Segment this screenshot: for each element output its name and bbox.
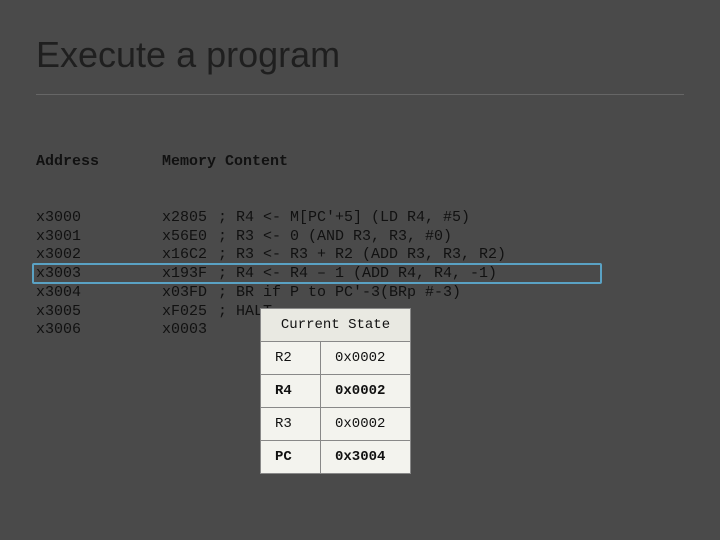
addr-cell: x3003 [36,265,162,284]
comment-cell: ; R4 <- M[PC'+5] (LD R4, #5) [218,209,470,228]
header-address: Address [36,153,162,172]
comment-cell: ; R3 <- R3 + R2 (ADD R3, R3, R2) [218,246,506,265]
addr-cell: x3000 [36,209,162,228]
state-table-title: Current State [261,309,411,342]
slide-title: Execute a program [36,24,684,95]
mem-cell: x56E0 [162,228,218,247]
state-reg: R2 [261,342,321,375]
mem-cell: x0003 [162,321,218,340]
code-row: x3000x2805; R4 <- M[PC'+5] (LD R4, #5) [36,209,684,228]
addr-cell: x3001 [36,228,162,247]
comment-cell: ; R3 <- 0 (AND R3, R3, #0) [218,228,452,247]
addr-cell: x3002 [36,246,162,265]
code-row: x3002x16C2; R3 <- R3 + R2 (ADD R3, R3, R… [36,246,684,265]
mem-cell: x193F [162,265,218,284]
current-state-table: Current State R20x0002R40x0002R30x0002PC… [260,308,411,474]
addr-cell: x3006 [36,321,162,340]
state-reg: PC [261,441,321,474]
addr-cell: x3005 [36,303,162,322]
state-val: 0x0002 [321,375,411,408]
mem-cell: xF025 [162,303,218,322]
state-reg: R3 [261,408,321,441]
code-row: x3004x03FD; BR if P to PC'-3(BRp #-3) [36,284,684,303]
comment-cell: ; BR if P to PC'-3(BRp #-3) [218,284,461,303]
state-val: 0x0002 [321,408,411,441]
state-row: R20x0002 [261,342,411,375]
mem-cell: x2805 [162,209,218,228]
code-header-row: AddressMemory Content [36,153,684,172]
state-row: R30x0002 [261,408,411,441]
state-row: R40x0002 [261,375,411,408]
addr-cell: x3004 [36,284,162,303]
state-row: PC0x3004 [261,441,411,474]
code-row: x3003x193F; R4 <- R4 – 1 (ADD R4, R4, -1… [36,265,684,284]
comment-cell: ; R4 <- R4 – 1 (ADD R4, R4, -1) [218,265,497,284]
state-val: 0x3004 [321,441,411,474]
code-row: x3001x56E0; R3 <- 0 (AND R3, R3, #0) [36,228,684,247]
header-memory: Memory Content [162,153,288,170]
mem-cell: x03FD [162,284,218,303]
mem-cell: x16C2 [162,246,218,265]
state-val: 0x0002 [321,342,411,375]
state-reg: R4 [261,375,321,408]
